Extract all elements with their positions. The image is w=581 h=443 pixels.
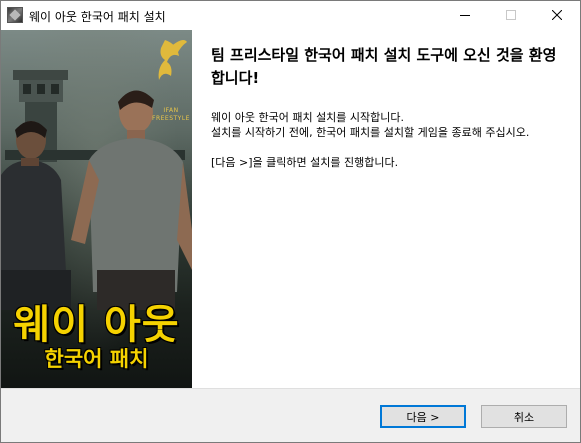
banner-image: IFAN FREESTYLE 웨이 아웃 한국어 패치 xyxy=(1,30,192,388)
team-logo-text: IFAN FREESTYLE xyxy=(152,107,190,123)
button-bar: 다음 > 취소 xyxy=(1,388,580,442)
minimize-icon xyxy=(460,15,470,16)
banner-game-title: 웨이 아웃 xyxy=(13,302,180,348)
welcome-panel: 팀 프리스타일 한국어 패치 설치 도구에 오신 것을 환영합니다! 웨이 아웃… xyxy=(192,30,580,388)
minimize-button[interactable] xyxy=(442,1,488,30)
cancel-button[interactable]: 취소 xyxy=(481,405,567,428)
maximize-button xyxy=(488,1,534,30)
welcome-heading: 팀 프리스타일 한국어 패치 설치 도구에 오신 것을 환영합니다! xyxy=(211,46,557,87)
logo-line-1: IFAN xyxy=(163,107,179,114)
intro-paragraph: 웨이 아웃 한국어 패치 설치를 시작합니다. 설치를 시작하기 전에, 한국어… xyxy=(211,111,530,139)
maximize-icon xyxy=(506,10,516,20)
close-icon xyxy=(552,10,562,20)
close-button[interactable] xyxy=(534,1,580,30)
banner-subtitle: 한국어 패치 xyxy=(44,347,149,371)
instruction-paragraph: [다음 >]을 클릭하면 설치를 진행합니다. xyxy=(211,156,399,169)
welcome-body: 웨이 아웃 한국어 패치 설치를 시작합니다. 설치를 시작하기 전에, 한국어… xyxy=(211,110,566,185)
window-title: 웨이 아웃 한국어 패치 설치 xyxy=(29,10,166,24)
logo-line-2: FREESTYLE xyxy=(152,115,190,122)
installer-window: 웨이 아웃 한국어 패치 설치 IFAN FREESTYLE 웨이 아웃 한국어… xyxy=(0,0,581,443)
next-button[interactable]: 다음 > xyxy=(380,405,466,428)
title-bar[interactable]: 웨이 아웃 한국어 패치 설치 xyxy=(1,1,580,30)
app-icon xyxy=(7,7,23,23)
